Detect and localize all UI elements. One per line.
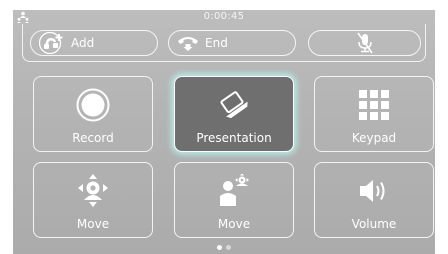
end-call-icon [178, 37, 198, 51]
microphone-muted-icon [356, 32, 373, 54]
volume-label: Volume [351, 217, 397, 231]
presenter-move-icon [220, 174, 249, 206]
keypad-icon [359, 90, 389, 120]
keypad-label: Keypad [351, 131, 397, 145]
presenter-move-label: Move [217, 217, 251, 231]
page-dot[interactable] [226, 245, 231, 250]
camera-move-icon [78, 174, 108, 207]
add-participant-button[interactable]: Add [30, 30, 158, 56]
call-control-screen: 0:00:45 Add End Record Presentation Keyp… [13, 10, 435, 254]
add-participant-label: Add [71, 36, 95, 50]
page-dot-active[interactable] [217, 245, 222, 250]
volume-icon [360, 180, 385, 202]
presentation-icon [220, 91, 248, 119]
volume-button[interactable]: Volume [314, 162, 434, 238]
record-icon [76, 88, 110, 122]
presentation-button[interactable]: Presentation [174, 76, 294, 152]
add-participant-icon [39, 32, 63, 54]
presenter-move-button[interactable]: Move [174, 162, 294, 238]
presentation-label: Presentation [196, 131, 272, 145]
keypad-button[interactable]: Keypad [314, 76, 434, 152]
record-button[interactable]: Record [33, 76, 153, 152]
camera-move-button[interactable]: Move [33, 162, 153, 238]
end-call-label: End [205, 36, 228, 50]
end-call-button[interactable]: End [168, 30, 296, 56]
record-label: Record [72, 131, 114, 145]
camera-move-label: Move [76, 217, 110, 231]
mute-microphone-button[interactable] [308, 30, 421, 56]
call-timer: 0:00:45 [203, 11, 245, 22]
page-indicator [13, 245, 435, 250]
call-controls-bar: Add End [22, 24, 426, 62]
